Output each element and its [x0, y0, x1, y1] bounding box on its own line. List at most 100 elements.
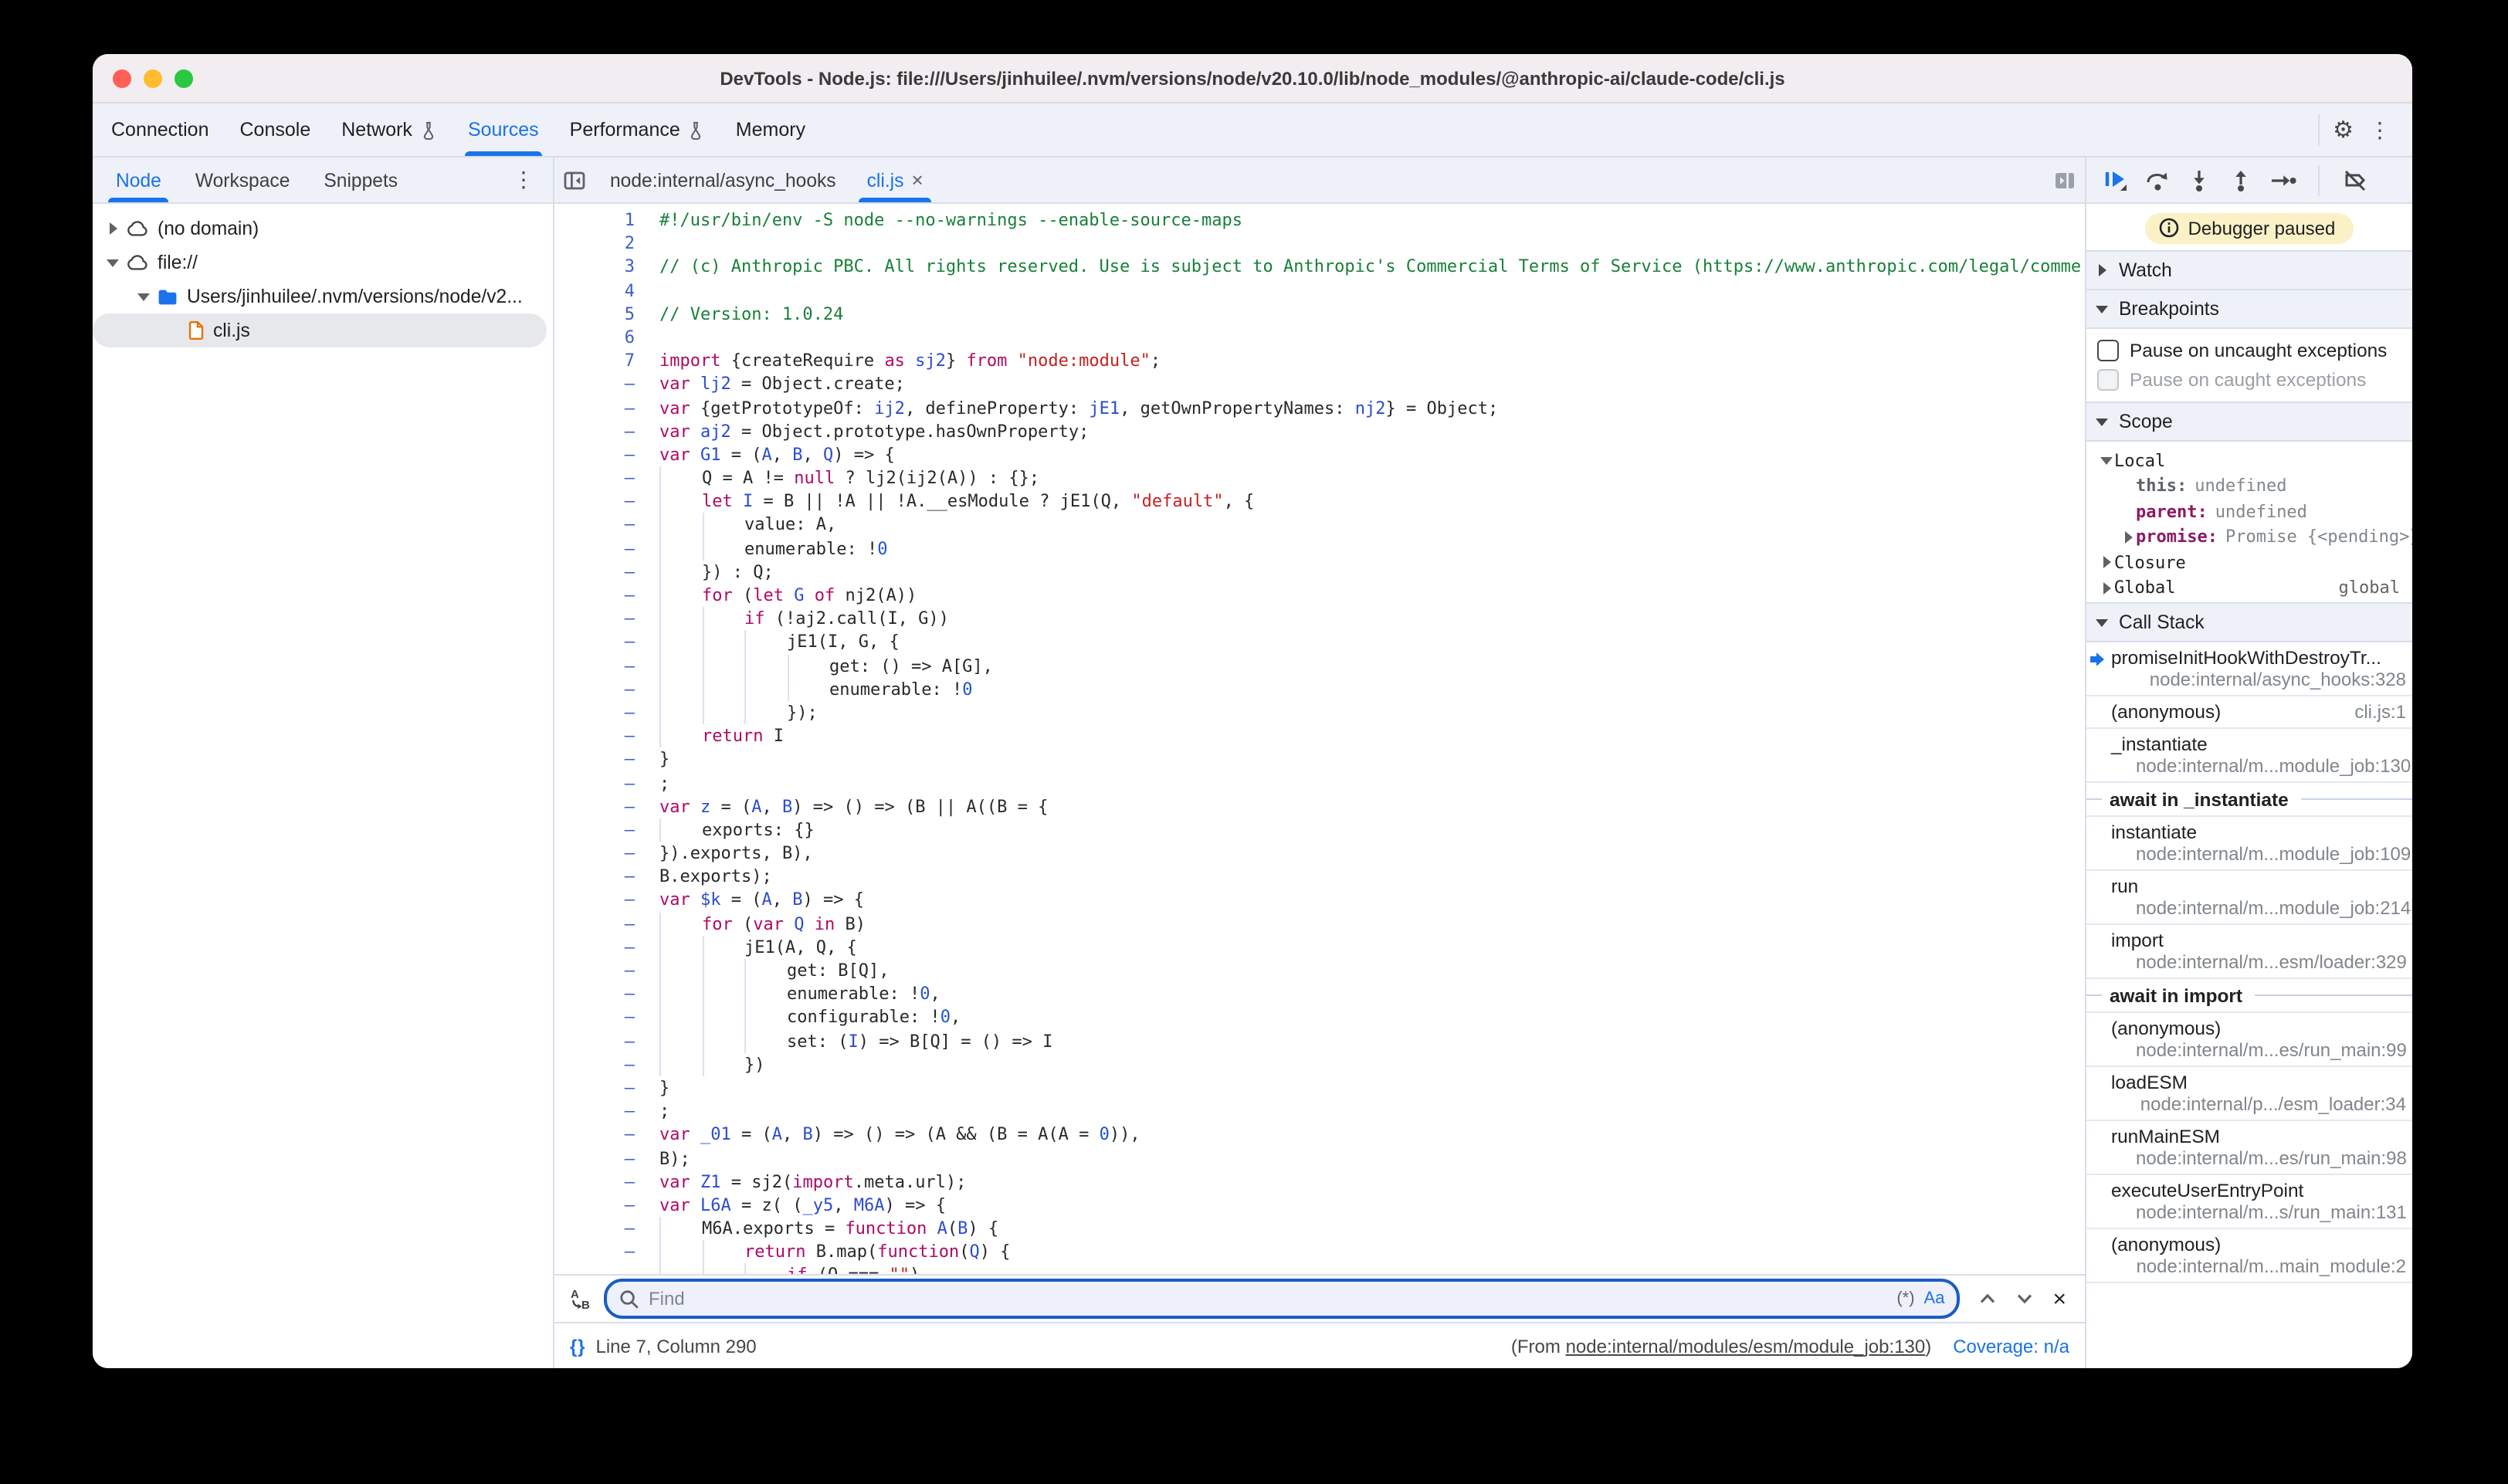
gutter-dash[interactable]: –	[554, 607, 650, 630]
call-stack-section-header[interactable]: Call Stack	[2086, 602, 2412, 642]
find-next-icon[interactable]	[2015, 1293, 2034, 1305]
gutter-dash[interactable]: –	[554, 654, 650, 677]
line-number[interactable]: 3	[554, 256, 650, 279]
expander-right-icon[interactable]	[2099, 581, 2114, 596]
stack-frame-executeuserentrypoint[interactable]: executeUserEntryPointnode:internal/m...s…	[2086, 1175, 2412, 1229]
scope-var-this[interactable]: this:undefined	[2086, 473, 2412, 499]
sidebar-tab-node[interactable]: Node	[99, 158, 178, 202]
resume-script-icon[interactable]	[2102, 166, 2130, 194]
tree-item-file-[interactable]: file://	[93, 246, 553, 280]
match-case-toggle[interactable]: Aa	[1924, 1289, 1945, 1308]
gutter-dash[interactable]: –	[554, 1217, 650, 1240]
show-debugger-icon[interactable]	[2045, 158, 2085, 202]
gutter-dash[interactable]: –	[554, 1123, 650, 1147]
source-code-editor[interactable]: 1#!/usr/bin/env -S node --no-warnings --…	[554, 204, 2085, 1274]
line-number[interactable]: 7	[554, 349, 650, 372]
gutter-dash[interactable]: –	[554, 1170, 650, 1193]
kebab-menu-icon[interactable]: ⋮	[2360, 117, 2400, 143]
gutter-dash[interactable]: –	[554, 1076, 650, 1099]
replace-toggle-icon[interactable]: AB	[567, 1286, 591, 1311]
gutter-dash[interactable]: –	[554, 866, 650, 889]
watch-section-header[interactable]: Watch	[2086, 250, 2412, 290]
gear-icon[interactable]: ⚙	[2333, 118, 2354, 141]
navigator-more-icon[interactable]: ⋮	[503, 158, 553, 202]
tab-connection[interactable]: Connection	[96, 103, 225, 156]
gutter-dash[interactable]: –	[554, 1006, 650, 1029]
gutter-dash[interactable]: –	[554, 701, 650, 724]
gutter-dash[interactable]: –	[554, 818, 650, 842]
line-number[interactable]: 2	[554, 232, 650, 255]
gutter-dash[interactable]: –	[554, 959, 650, 982]
pretty-print-icon[interactable]: { }	[570, 1335, 584, 1357]
line-number[interactable]: 5	[554, 303, 650, 326]
from-source-link[interactable]: node:internal/modules/esm/module_job:130	[1566, 1335, 1926, 1357]
expander-right-icon[interactable]	[105, 221, 120, 236]
editor-tab-node-internal-async-hooks[interactable]: node:internal/async_hooks	[595, 158, 852, 202]
gutter-dash[interactable]: –	[554, 373, 650, 396]
search-input[interactable]: Find (*) Aa	[604, 1279, 1960, 1319]
gutter-dash[interactable]: –	[554, 912, 650, 935]
gutter-dash[interactable]: –	[554, 1099, 650, 1123]
gutter-dash[interactable]: –	[554, 1147, 650, 1170]
stack-frame--anonymous-[interactable]: (anonymous)node:internal/m...es/run_main…	[2086, 1013, 2412, 1067]
gutter-dash[interactable]: –	[554, 631, 650, 654]
step-icon[interactable]	[2269, 166, 2296, 194]
gutter-dash[interactable]: –	[554, 466, 650, 490]
tab-memory[interactable]: Memory	[720, 103, 821, 156]
gutter-dash[interactable]: –	[554, 936, 650, 959]
deactivate-breakpoints-icon[interactable]	[2341, 166, 2369, 194]
expander-right-icon[interactable]	[2099, 555, 2114, 571]
gutter-dash[interactable]: –	[554, 513, 650, 537]
hide-navigator-icon[interactable]	[554, 158, 595, 202]
gutter-dash[interactable]: –	[554, 842, 650, 865]
scope-local[interactable]: Local	[2086, 448, 2412, 473]
scope-var-parent[interactable]: parent:undefined	[2086, 499, 2412, 524]
checkbox[interactable]	[2097, 368, 2119, 390]
stack-frame-instantiate[interactable]: instantiatenode:internal/m...module_job:…	[2086, 817, 2412, 871]
gutter-dash[interactable]: –	[554, 748, 650, 771]
scope-global[interactable]: Globalglobal	[2086, 575, 2412, 601]
gutter-dash[interactable]: –	[554, 1194, 650, 1217]
coverage-link[interactable]: Coverage: n/a	[1953, 1335, 2069, 1357]
tab-sources[interactable]: Sources	[452, 103, 554, 156]
sidebar-tab-snippets[interactable]: Snippets	[307, 158, 415, 202]
stack-frame--anonymous-[interactable]: (anonymous)node:internal/m...main_module…	[2086, 1229, 2412, 1283]
gutter-dash[interactable]: –	[554, 443, 650, 466]
stack-frame-loadesm[interactable]: loadESMnode:internal/p.../esm_loader:34	[2086, 1067, 2412, 1121]
scope-var-promise[interactable]: promise:Promise {<pending>}	[2086, 524, 2412, 550]
gutter-dash[interactable]: –	[554, 889, 650, 912]
step-into-icon[interactable]	[2185, 166, 2213, 194]
expander-down-icon[interactable]	[136, 289, 151, 304]
gutter-dash[interactable]: –	[554, 771, 650, 795]
gutter-dash[interactable]: –	[554, 795, 650, 818]
scope-closure[interactable]: Closure	[2086, 550, 2412, 575]
close-tab-icon[interactable]: ×	[911, 168, 923, 191]
gutter-dash[interactable]: –	[554, 396, 650, 419]
gutter-dash[interactable]: –	[554, 678, 650, 701]
sidebar-tab-workspace[interactable]: Workspace	[178, 158, 307, 202]
tree-item--no-domain-[interactable]: (no domain)	[93, 212, 553, 246]
breakpoint-option[interactable]: Pause on caught exceptions	[2086, 364, 2412, 394]
gutter-dash[interactable]: –	[554, 584, 650, 607]
gutter-dash[interactable]: –	[554, 490, 650, 513]
gutter-dash[interactable]: –	[554, 982, 650, 1005]
gutter-dash[interactable]: –	[554, 1053, 650, 1076]
gutter-dash[interactable]: –	[554, 1241, 650, 1264]
stack-frame--anonymous-[interactable]: (anonymous)cli.js:1	[2086, 696, 2412, 729]
tree-item-users-jinhuilee-nvm-versions-node-v2-[interactable]: Users/jinhuilee/.nvm/versions/node/v2...	[93, 280, 553, 313]
gutter-dash[interactable]: –	[554, 1029, 650, 1052]
tab-network[interactable]: Network	[326, 103, 452, 156]
line-number[interactable]: 6	[554, 326, 650, 349]
checkbox[interactable]	[2097, 339, 2119, 361]
gutter-dash[interactable]: –	[554, 537, 650, 560]
stack-frame-promiseinithookwithdestroytr-[interactable]: promiseInitHookWithDestroyTr...node:inte…	[2086, 642, 2412, 696]
stack-frame-import[interactable]: importnode:internal/m...esm/loader:329	[2086, 925, 2412, 979]
breakpoints-section-header[interactable]: Breakpoints	[2086, 289, 2412, 329]
stack-frame--instantiate[interactable]: _instantiatenode:internal/m...module_job…	[2086, 729, 2412, 783]
line-number[interactable]: 1	[554, 208, 650, 232]
tab-performance[interactable]: Performance	[554, 103, 720, 156]
breakpoint-option[interactable]: Pause on uncaught exceptions	[2086, 335, 2412, 364]
editor-tab-cli-js[interactable]: cli.js×	[852, 158, 939, 202]
stack-frame-run[interactable]: runnode:internal/m...module_job:214	[2086, 871, 2412, 925]
expander-down-icon[interactable]	[105, 255, 120, 270]
